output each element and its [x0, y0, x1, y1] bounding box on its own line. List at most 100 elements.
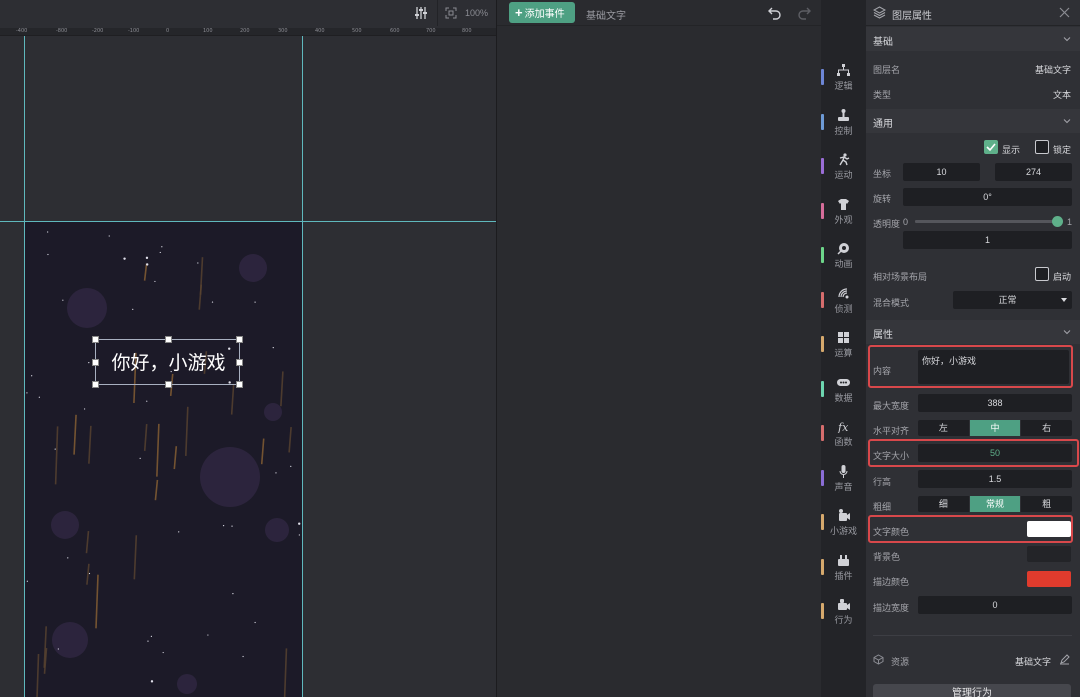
section-basic[interactable]: 基础 [866, 27, 1080, 51]
lock-checkbox[interactable] [1035, 140, 1049, 154]
ruler-tick-label: -400 [16, 28, 28, 34]
game-icon [839, 509, 850, 521]
meteor-streak [88, 425, 92, 464]
category-13[interactable]: 行为 [821, 596, 866, 630]
star-dot [145, 256, 149, 260]
opacity-max: 1 [1067, 217, 1073, 227]
h-align-segmented[interactable]: 左中右 [918, 420, 1072, 436]
category-2[interactable]: 控制 [821, 107, 866, 141]
line-height-input[interactable]: 1.5 [918, 470, 1072, 488]
resize-handle-nw[interactable] [92, 336, 99, 343]
h-align-label: 水平对齐 [873, 426, 910, 436]
resize-handle-sw[interactable] [92, 381, 99, 388]
edit-pencil-icon[interactable] [1059, 654, 1070, 665]
meteor-streak [85, 531, 90, 554]
blend-mode-select[interactable]: 正常 [953, 291, 1072, 309]
stroke-color-swatch[interactable] [1027, 571, 1071, 587]
star-dot [159, 251, 161, 254]
guide-line-right[interactable] [302, 36, 303, 697]
opacity-slider-thumb[interactable] [1052, 216, 1063, 227]
chevron-down-icon [1063, 37, 1071, 42]
category-3[interactable]: 运动 [821, 151, 866, 185]
max-width-input[interactable]: 388 [918, 394, 1072, 412]
text-color-label: 文字颜色 [873, 527, 910, 537]
font-weight-option[interactable]: 粗 [1021, 496, 1072, 512]
manage-behaviors-button[interactable]: 管理行为 [873, 684, 1071, 697]
ruler-tick-label: 0 [166, 28, 170, 34]
nebula-blob [239, 254, 267, 282]
h-align-option[interactable]: 右 [1021, 420, 1072, 436]
canvas-area[interactable]: 你好，小游戏 [0, 36, 496, 697]
resource-cube-icon [873, 654, 884, 665]
bg-color-swatch[interactable] [1027, 546, 1071, 562]
resize-handle-w[interactable] [92, 359, 99, 366]
resize-handle-e[interactable] [236, 359, 243, 366]
stroke-width-input[interactable]: 0 [918, 596, 1072, 614]
meteor-streak [230, 383, 235, 415]
category-7[interactable]: 运算 [821, 329, 866, 363]
category-6[interactable]: 侦测 [821, 285, 866, 319]
bg-color-label: 背景色 [873, 552, 901, 562]
resize-handle-ne[interactable] [236, 336, 243, 343]
close-icon[interactable] [1059, 7, 1070, 18]
text-color-swatch[interactable] [1027, 521, 1071, 537]
show-checkbox[interactable] [984, 140, 998, 154]
layer-name-value[interactable]: 基础文字 [1035, 63, 1071, 76]
star-dot [31, 375, 33, 377]
content-textarea[interactable]: 你好，小游戏 [918, 350, 1069, 384]
blend-mode-value: 正常 [998, 295, 1017, 305]
category-11[interactable]: 小游戏 [821, 507, 866, 541]
position-x-input[interactable]: 10 [903, 163, 980, 181]
h-align-option[interactable]: 左 [918, 420, 970, 436]
opacity-input[interactable]: 1 [903, 231, 1072, 249]
star-dot [232, 593, 234, 595]
section-attributes-title: 属性 [873, 330, 893, 341]
section-attributes[interactable]: 属性 [866, 320, 1080, 344]
h-align-option[interactable]: 中 [969, 420, 1022, 436]
category-9[interactable]: fx 函数 [821, 418, 866, 452]
star-dot [146, 400, 148, 402]
font-weight-option[interactable]: 细 [918, 496, 970, 512]
opacity-slider[interactable] [915, 216, 1063, 227]
add-event-button[interactable]: + 添加事件 [509, 2, 575, 23]
star-dot [62, 299, 64, 301]
category-1[interactable]: 逻辑 [821, 62, 866, 96]
adjust-sliders-icon[interactable] [414, 6, 428, 20]
redo-icon[interactable] [796, 5, 812, 21]
font-weight-option[interactable]: 常规 [969, 496, 1022, 512]
category-12[interactable]: 插件 [821, 552, 866, 586]
category-10[interactable]: 声音 [821, 463, 866, 497]
section-general[interactable]: 通用 [866, 109, 1080, 133]
dropdown-arrow-icon [1061, 298, 1067, 302]
checkmark-icon [986, 143, 996, 152]
fit-screen-icon[interactable] [445, 7, 457, 19]
event-editor: + 添加事件 基础文字 [497, 0, 821, 697]
category-label: 数据 [834, 393, 853, 403]
scene-layout-checkbox[interactable] [1035, 267, 1049, 281]
zoom-level[interactable]: 100% [465, 8, 488, 18]
event-layer-title: 基础文字 [586, 11, 626, 22]
resize-handle-n[interactable] [165, 336, 172, 343]
game-scene[interactable]: 你好，小游戏 [25, 222, 302, 697]
meteor-streak [154, 479, 159, 501]
category-8[interactable]: 数据 [821, 374, 866, 408]
resize-handle-s[interactable] [165, 381, 172, 388]
selected-text-layer[interactable]: 你好，小游戏 [92, 336, 243, 388]
nebula-blob [51, 511, 79, 539]
position-y-input[interactable]: 274 [995, 163, 1072, 181]
ruler-tick-label: 500 [352, 28, 362, 34]
hierarchy-icon [837, 64, 850, 76]
star-dot [54, 448, 56, 450]
star-dot [38, 396, 40, 398]
resize-handle-se[interactable] [236, 381, 243, 388]
undo-icon[interactable] [767, 5, 783, 21]
font-size-input[interactable]: 50 [918, 444, 1072, 462]
category-4[interactable]: 外观 [821, 196, 866, 230]
star-dot [178, 531, 180, 533]
font-weight-segmented[interactable]: 细常规粗 [918, 496, 1072, 512]
rotation-input[interactable]: 0° [903, 188, 1072, 206]
font-weight-label: 粗细 [873, 502, 892, 512]
category-5[interactable]: 动画 [821, 240, 866, 274]
scene-layout-toggle-label: 启动 [1053, 272, 1072, 282]
event-workspace[interactable] [497, 27, 821, 697]
